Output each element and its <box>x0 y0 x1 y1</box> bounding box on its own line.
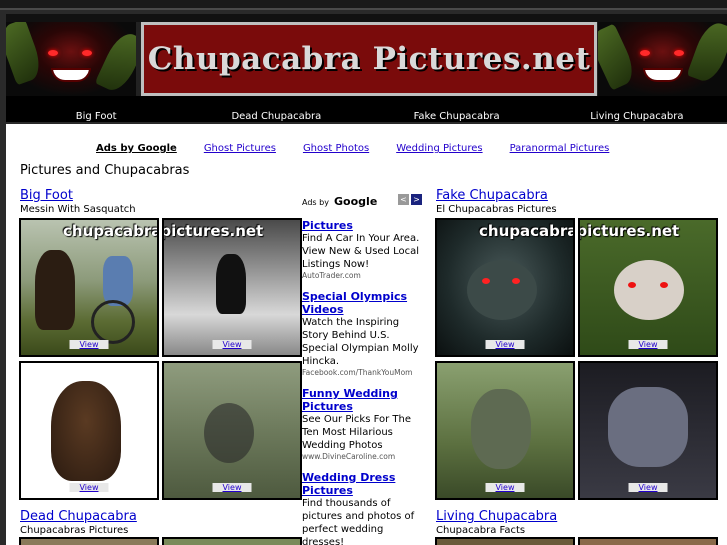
ad-link-paranormal-pictures[interactable]: Paranormal Pictures <box>510 143 610 154</box>
ad-title[interactable]: Funny Wedding Pictures <box>302 387 422 413</box>
ad-url[interactable]: www.DivineCaroline.com <box>302 452 422 461</box>
view-link[interactable]: View <box>69 483 109 492</box>
section-dead-chupacabra: Dead Chupacabra Chupacabras Pictures <box>20 509 137 536</box>
view-link[interactable]: View <box>212 340 252 349</box>
ad-link-bar: Ads by Google Ghost Pictures Ghost Photo… <box>96 143 636 154</box>
watermark: chupacabrapictures.net <box>63 222 157 240</box>
chupacabra-art-left <box>6 22 136 96</box>
view-link[interactable]: View <box>69 340 109 349</box>
photo-thumbnail[interactable] <box>435 537 575 545</box>
section-title[interactable]: Living Chupacabra <box>436 509 557 524</box>
ads-header: Ads by Google < > <box>302 190 422 209</box>
chupacabra-art-right <box>598 22 727 96</box>
ad-body: Find thousands of pictures and photos of… <box>302 498 415 545</box>
ad-item: Pictures Find A Car In Your Area. View N… <box>302 219 422 280</box>
site-logo[interactable]: Chupacabra Pictures.net <box>141 22 597 96</box>
site-header: Chupacabra Pictures.net Big Foot Dead Ch… <box>6 14 727 122</box>
main-nav: Big Foot Dead Chupacabra Fake Chupacabra… <box>6 96 727 122</box>
ad-url[interactable]: Facebook.com/ThankYouMom <box>302 368 422 377</box>
section-title[interactable]: Big Foot <box>20 188 136 203</box>
section-title[interactable]: Fake Chupacabra <box>436 188 557 203</box>
ad-link-ghost-photos[interactable]: Ghost Photos <box>303 143 369 154</box>
ad-body: See Our Picks For The Ten Most Hilarious… <box>302 414 411 451</box>
section-big-foot: Big Foot Messin With Sasquatch <box>20 188 136 215</box>
nav-item-fake-chupacabra[interactable]: Fake Chupacabra <box>367 96 547 122</box>
view-link[interactable]: View <box>628 340 668 349</box>
ad-title[interactable]: Pictures <box>302 219 422 232</box>
google-logo: Google <box>334 195 378 208</box>
top-strip <box>0 0 727 10</box>
page-title: Pictures and Chupacabras <box>20 163 190 178</box>
photo-thumbnail[interactable]: chupacabrapictures.net View <box>578 218 718 357</box>
ad-item: Funny Wedding Pictures See Our Picks For… <box>302 387 422 461</box>
view-link[interactable]: View <box>628 483 668 492</box>
nav-item-living-chupacabra[interactable]: Living Chupacabra <box>547 96 727 122</box>
watermark: chupacabrapictures.net <box>164 222 264 240</box>
next-arrow-icon[interactable]: > <box>411 194 422 205</box>
ad-link-ghost-pictures[interactable]: Ghost Pictures <box>204 143 276 154</box>
banner: Chupacabra Pictures.net <box>6 22 727 96</box>
section-living-chupacabra: Living Chupacabra Chupacabra Facts <box>436 509 557 536</box>
section-subtitle: Messin With Sasquatch <box>20 204 136 215</box>
nav-item-dead-chupacabra[interactable]: Dead Chupacabra <box>186 96 366 122</box>
photo-thumbnail[interactable] <box>162 537 302 545</box>
photo-thumbnail[interactable] <box>19 537 159 545</box>
ad-link-wedding-pictures[interactable]: Wedding Pictures <box>396 143 482 154</box>
section-title[interactable]: Dead Chupacabra <box>20 509 137 524</box>
ad-body: Find A Car In Your Area. View New & Used… <box>302 233 420 270</box>
ads-by-label: Ads by <box>302 198 329 207</box>
view-link[interactable]: View <box>485 483 525 492</box>
ad-url[interactable]: AutoTrader.com <box>302 271 422 280</box>
photo-thumbnail[interactable]: chupacabrapictures.net View <box>435 218 575 357</box>
section-subtitle: Chupacabras Pictures <box>20 525 129 536</box>
ad-title[interactable]: Wedding Dress Pictures <box>302 471 422 497</box>
section-fake-chupacabra: Fake Chupacabra El Chupacabras Pictures <box>436 188 557 215</box>
photo-thumbnail[interactable]: View <box>578 361 718 500</box>
photo-thumbnail[interactable]: View <box>19 361 159 500</box>
photo-thumbnail[interactable]: chupacabrapictures.net View <box>162 218 302 357</box>
ad-item: Special Olympics Videos Watch the Inspir… <box>302 290 422 377</box>
view-link[interactable]: View <box>212 483 252 492</box>
section-subtitle: Chupacabra Facts <box>436 525 526 536</box>
photo-thumbnail[interactable]: View <box>435 361 575 500</box>
section-subtitle: El Chupacabras Pictures <box>436 204 557 215</box>
photo-thumbnail[interactable]: View <box>162 361 302 500</box>
ads-by-google-label[interactable]: Ads by Google <box>96 143 177 154</box>
ad-title[interactable]: Special Olympics Videos <box>302 290 422 316</box>
watermark: chupacabrapictures.net <box>479 222 573 240</box>
ad-item: Wedding Dress Pictures Find thousands of… <box>302 471 422 545</box>
main-content: Ads by Google Ghost Pictures Ghost Photo… <box>6 124 727 545</box>
photo-thumbnail[interactable] <box>578 537 718 545</box>
photo-thumbnail[interactable]: chupacabrapictures.net View <box>19 218 159 357</box>
watermark: chupacabrapictures.net <box>580 222 680 240</box>
nav-item-big-foot[interactable]: Big Foot <box>6 96 186 122</box>
site-title: Chupacabra Pictures.net <box>147 41 591 77</box>
google-ads-column: Ads by Google < > Pictures Find A Car In… <box>302 190 422 545</box>
ad-body: Watch the Inspiring Story Behind U.S. Sp… <box>302 317 419 367</box>
prev-arrow-icon[interactable]: < <box>398 194 409 205</box>
view-link[interactable]: View <box>485 340 525 349</box>
